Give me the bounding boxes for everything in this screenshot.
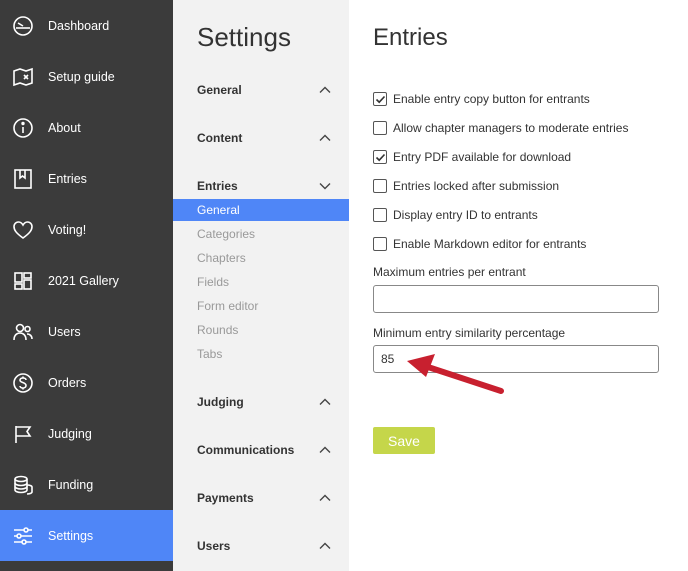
users-icon — [12, 321, 34, 343]
save-button[interactable]: Save — [373, 427, 435, 454]
nav-label: About — [48, 120, 81, 135]
entries-item-general[interactable]: General — [173, 199, 349, 221]
checkbox-entry-pdf-download[interactable]: Entry PDF available for download — [373, 148, 571, 166]
nav-item-setup-guide[interactable]: Setup guide — [0, 51, 173, 102]
checkbox-entries-locked[interactable]: Entries locked after submission — [373, 177, 559, 195]
max-entries-input[interactable] — [373, 285, 659, 313]
nav-label: Funding — [48, 477, 94, 492]
entries-settings-panel: Entries Enable entry copy button for ent… — [349, 0, 688, 571]
checkbox-label: Entries locked after submission — [393, 179, 560, 193]
dashboard-gauge-icon — [12, 15, 34, 37]
entries-item-categories[interactable]: Categories — [173, 223, 349, 245]
page-title: Entries — [373, 24, 448, 51]
map-icon — [12, 66, 34, 88]
section-entries[interactable]: Entries — [197, 176, 332, 196]
entries-item-tabs[interactable]: Tabs — [173, 343, 349, 365]
entries-item-form-editor[interactable]: Form editor — [173, 295, 349, 317]
chevron-up-icon — [319, 542, 331, 549]
nav-label: Entries — [48, 171, 87, 186]
chevron-up-icon — [319, 494, 331, 501]
flag-icon — [12, 423, 34, 445]
section-label: General — [197, 83, 242, 97]
checkbox-unchecked[interactable] — [373, 121, 387, 135]
nav-label: Judging — [48, 426, 92, 441]
sliders-icon — [12, 525, 34, 547]
nav-label: Voting! — [48, 222, 87, 237]
nav-item-funding[interactable]: Funding — [0, 459, 173, 510]
checkbox-unchecked[interactable] — [373, 208, 387, 222]
section-label: Judging — [197, 395, 244, 409]
nav-label: 2021 Gallery — [48, 273, 119, 288]
checkbox-label: Allow chapter managers to moderate entri… — [393, 121, 629, 135]
checkbox-chapter-managers-moderate[interactable]: Allow chapter managers to moderate entri… — [373, 119, 628, 137]
nav-item-users[interactable]: Users — [0, 306, 173, 357]
checkbox-entry-copy-button[interactable]: Enable entry copy button for entrants — [373, 90, 590, 108]
nav-item-entries[interactable]: Entries — [0, 153, 173, 204]
settings-title: Settings — [197, 22, 291, 52]
nav-label: Dashboard — [48, 18, 110, 33]
section-payments[interactable]: Payments — [197, 488, 332, 508]
max-entries-label: Maximum entries per entrant — [373, 265, 526, 279]
min-similarity-label: Minimum entry similarity percentage — [373, 326, 566, 340]
nav-item-settings[interactable]: Settings — [0, 510, 173, 561]
checkbox-markdown-editor[interactable]: Enable Markdown editor for entrants — [373, 235, 586, 253]
checkbox-checked[interactable] — [373, 92, 387, 106]
checkbox-unchecked[interactable] — [373, 179, 387, 193]
checkbox-unchecked[interactable] — [373, 237, 387, 251]
gallery-grid-icon — [12, 270, 34, 292]
entries-item-chapters[interactable]: Chapters — [173, 247, 349, 269]
checkbox-checked[interactable] — [373, 150, 387, 164]
section-general[interactable]: General — [197, 80, 332, 100]
checkbox-label: Display entry ID to entrants — [393, 208, 538, 222]
min-similarity-input[interactable] — [373, 345, 659, 373]
checkbox-label: Enable entry copy button for entrants — [393, 92, 590, 106]
nav-label: Setup guide — [48, 69, 115, 84]
entries-item-fields[interactable]: Fields — [173, 271, 349, 293]
checkbox-label: Entry PDF available for download — [393, 150, 572, 164]
checkbox-label: Enable Markdown editor for entrants — [393, 237, 587, 251]
checkbox-display-entry-id[interactable]: Display entry ID to entrants — [373, 206, 538, 224]
coins-icon — [12, 474, 34, 496]
section-label: Content — [197, 131, 243, 145]
nav-item-dashboard[interactable]: Dashboard — [0, 0, 173, 51]
nav-item-about[interactable]: About — [0, 102, 173, 153]
nav-label: Users — [48, 324, 81, 339]
chevron-up-icon — [319, 446, 331, 453]
nav-label: Settings — [48, 528, 94, 543]
nav-item-2021-gallery[interactable]: 2021 Gallery — [0, 255, 173, 306]
info-icon — [12, 117, 34, 139]
main-nav: Dashboard Setup guide About Entries Voti… — [0, 0, 173, 571]
dollar-icon — [12, 372, 34, 394]
chevron-up-icon — [319, 134, 331, 141]
nav-label: Orders — [48, 375, 87, 390]
chevron-down-icon — [319, 183, 331, 190]
section-content[interactable]: Content — [197, 128, 332, 148]
section-judging[interactable]: Judging — [197, 392, 332, 412]
chevron-up-icon — [319, 86, 331, 93]
section-label: Payments — [197, 491, 254, 505]
nav-item-orders[interactable]: Orders — [0, 357, 173, 408]
heart-icon — [12, 219, 34, 241]
section-label: Users — [197, 539, 231, 553]
nav-item-judging[interactable]: Judging — [0, 408, 173, 459]
section-label: Entries — [197, 179, 238, 193]
bookmark-icon — [12, 168, 34, 190]
chevron-up-icon — [319, 398, 331, 405]
entries-item-rounds[interactable]: Rounds — [173, 319, 349, 341]
nav-item-voting[interactable]: Voting! — [0, 204, 173, 255]
settings-menu: Settings General Content Entries General… — [173, 0, 349, 571]
section-label: Communications — [197, 443, 295, 457]
section-communications[interactable]: Communications — [197, 440, 332, 460]
section-users[interactable]: Users — [197, 536, 332, 556]
